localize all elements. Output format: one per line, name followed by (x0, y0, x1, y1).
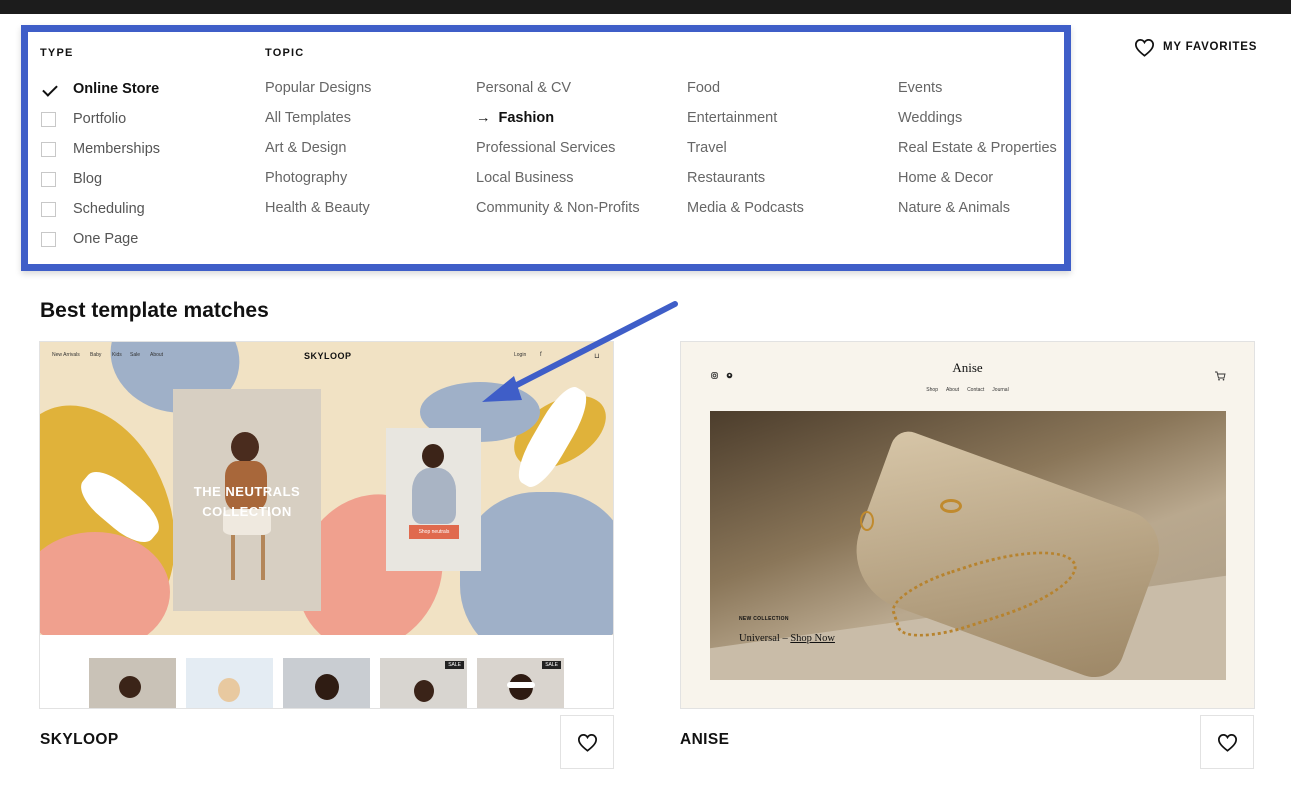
topic-link-restaurants[interactable]: Restaurants (687, 168, 765, 188)
heart-icon (1134, 38, 1155, 57)
template-name-anise[interactable]: ANISE (680, 731, 729, 749)
checked-checkbox-icon[interactable] (41, 82, 56, 97)
topic-link-personal-cv[interactable]: Personal & CV (476, 78, 571, 98)
topic-link-weddings[interactable]: Weddings (898, 108, 962, 128)
topic-link-entertainment[interactable]: Entertainment (687, 108, 777, 128)
product-thumbnail: SALE (380, 658, 467, 708)
type-filter-label: Online Store (73, 81, 160, 97)
topic-link-real-estate-properties[interactable]: Real Estate & Properties (898, 138, 1057, 158)
checkbox-icon[interactable] (41, 231, 56, 247)
anise-cta-text: Universal – (739, 633, 791, 644)
topic-link-media-podcasts[interactable]: Media & Podcasts (687, 198, 804, 218)
type-filter-scheduling[interactable]: Scheduling (41, 199, 145, 219)
sale-badge: SALE (445, 661, 464, 669)
anise-nav: Shop About Contact Journal (681, 387, 1254, 393)
topic-link-fashion[interactable]: → Fashion (476, 108, 554, 128)
facebook-icon: f (540, 352, 542, 358)
skyloop-login: Login (514, 352, 527, 358)
anise-nav-item: About (945, 387, 960, 393)
topic-heading: TOPIC (265, 47, 305, 59)
anise-nav-item: Contact (967, 387, 985, 393)
my-favorites-link[interactable]: MY FAVORITES (1134, 37, 1257, 57)
topic-link-food[interactable]: Food (687, 78, 720, 98)
type-heading: TYPE (40, 47, 74, 59)
template-preview-skyloop[interactable]: New Arrivals Baby Kids Sale About SKYLOO… (39, 341, 614, 709)
cart-icon (1215, 371, 1226, 381)
favorite-button-anise[interactable] (1200, 715, 1254, 769)
type-filter-blog[interactable]: Blog (41, 169, 102, 189)
checkbox-icon[interactable] (41, 141, 56, 157)
top-bar (0, 0, 1291, 14)
skyloop-nav-item: New Arrivals (52, 352, 80, 358)
topic-link-home-decor[interactable]: Home & Decor (898, 168, 993, 188)
topic-link-art-design[interactable]: Art & Design (265, 138, 346, 158)
skyloop-headline: THE NEUTRALS COLLECTION (193, 484, 301, 519)
section-title: Best template matches (40, 299, 269, 322)
my-favorites-label: MY FAVORITES (1163, 41, 1258, 53)
type-filter-online-store[interactable]: Online Store (41, 79, 159, 99)
anise-kicker: NEW COLLECTION (739, 616, 789, 622)
checkbox-icon[interactable] (41, 171, 56, 187)
template-name-skyloop[interactable]: SKYLOOP (40, 731, 119, 749)
topic-link-events[interactable]: Events (898, 78, 942, 98)
topic-link-nature-animals[interactable]: Nature & Animals (898, 198, 1010, 218)
skyloop-shop-button: Shop neutrals (409, 525, 459, 539)
topic-link-travel[interactable]: Travel (687, 138, 727, 158)
product-thumbnail (283, 658, 370, 708)
heart-icon (577, 733, 597, 752)
type-filter-label: One Page (73, 231, 139, 247)
skyloop-hero-image: New Arrivals Baby Kids Sale About SKYLOO… (40, 342, 613, 635)
anise-logo: Anise (952, 360, 983, 375)
anise-hero-image: NEW COLLECTION Universal – Shop Now (710, 411, 1226, 680)
skyloop-nav-item: About (150, 352, 164, 358)
skyloop-nav-item: Kids (112, 352, 122, 358)
topic-link-local-business[interactable]: Local Business (476, 168, 574, 188)
topic-link-professional-services[interactable]: Professional Services (476, 138, 615, 158)
checkbox-icon[interactable] (41, 201, 56, 217)
product-thumbnail (89, 658, 176, 708)
product-thumbnail: SALE (477, 658, 564, 708)
sale-badge: SALE (542, 661, 561, 669)
topic-link-photography[interactable]: Photography (265, 168, 347, 188)
arrow-right-icon: → (476, 110, 491, 126)
type-filter-memberships[interactable]: Memberships (41, 139, 160, 159)
type-filter-portfolio[interactable]: Portfolio (41, 109, 126, 129)
product-thumbnail (186, 658, 273, 708)
anise-cta-link: Shop Now (790, 633, 835, 644)
anise-cta: Universal – Shop Now (739, 633, 835, 644)
type-filter-one-page[interactable]: One Page (41, 229, 138, 249)
filter-panel: TYPE TOPIC Online Store Portfolio Member… (21, 25, 1071, 271)
anise-nav-item: Shop (926, 387, 938, 393)
type-filter-label: Memberships (73, 141, 161, 157)
topic-link-popular-designs[interactable]: Popular Designs (265, 78, 371, 98)
skyloop-nav-item: Sale (130, 352, 141, 358)
cart-icon: ⊔ (594, 353, 600, 360)
topic-link-label: Fashion (498, 110, 555, 126)
topic-link-all-templates[interactable]: All Templates (265, 108, 351, 128)
type-filter-label: Portfolio (73, 111, 127, 127)
type-filter-label: Blog (73, 171, 103, 187)
template-preview-anise[interactable]: Anise Shop About Contact Journal NEW COL… (680, 341, 1255, 709)
skyloop-logo: SKYLOOP (304, 351, 352, 361)
type-filter-label: Scheduling (73, 201, 145, 217)
skyloop-photo-girl (386, 428, 481, 571)
topic-link-community-non-profits[interactable]: Community & Non-Profits (476, 198, 640, 218)
heart-icon (1217, 733, 1237, 752)
favorite-button-skyloop[interactable] (560, 715, 614, 769)
anise-nav-item: Journal (992, 387, 1009, 393)
skyloop-nav-item: Baby (90, 352, 102, 358)
topic-link-health-beauty[interactable]: Health & Beauty (265, 198, 370, 218)
checkbox-icon[interactable] (41, 111, 56, 127)
